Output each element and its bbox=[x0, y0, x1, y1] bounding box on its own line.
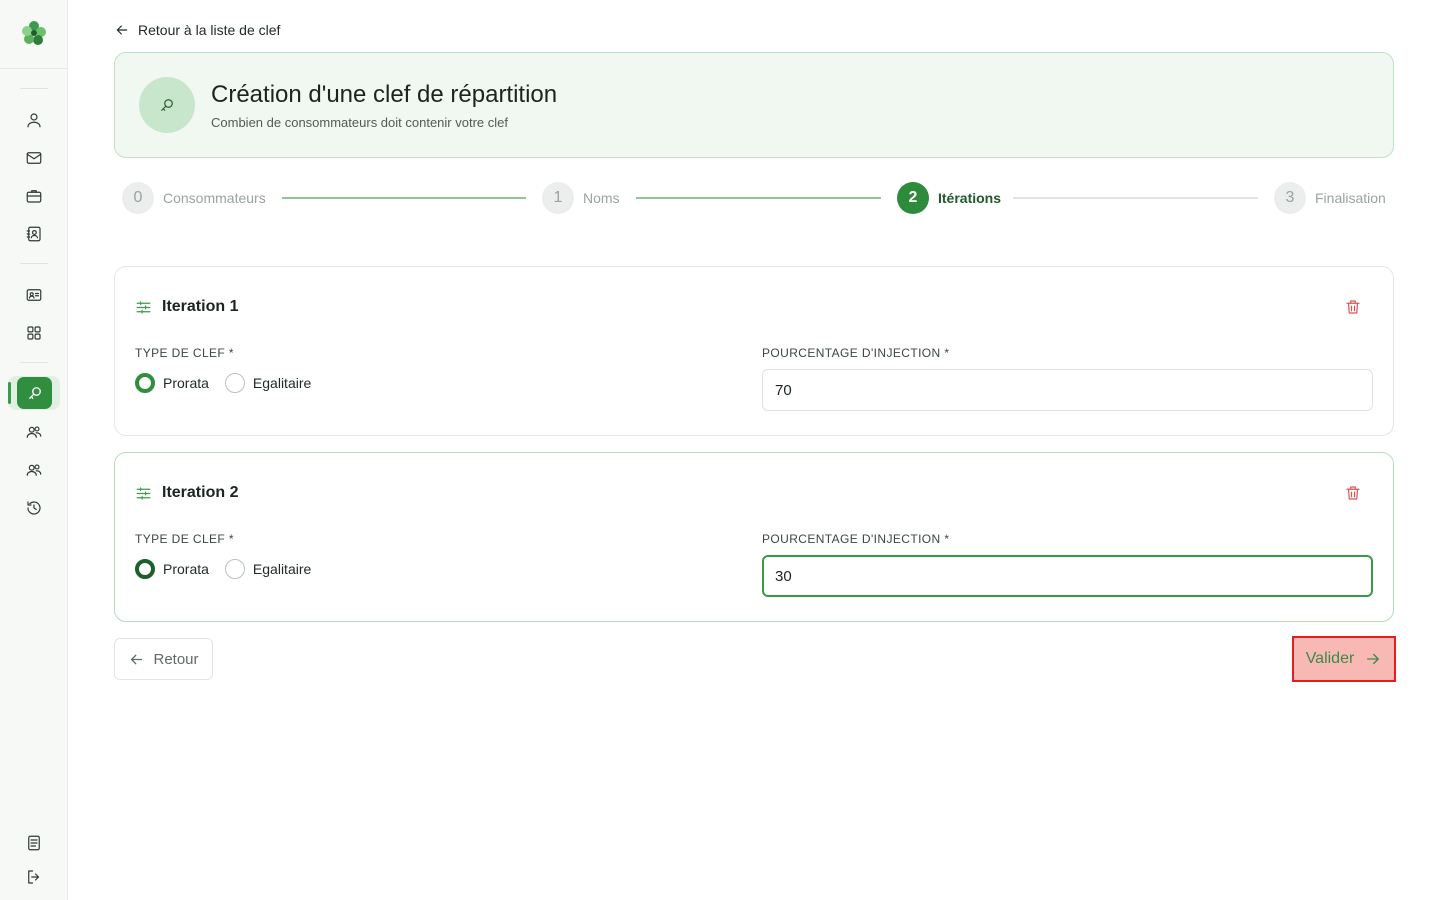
radio-button[interactable] bbox=[224, 373, 245, 393]
iteration-title: Iteration 2 bbox=[162, 484, 239, 501]
injection-percent-label: POURCENTAGE D'INJECTION * bbox=[762, 346, 950, 360]
arrow-left-icon bbox=[116, 25, 128, 35]
radio-label: Egalitaire bbox=[252, 561, 312, 577]
delete-iteration-button[interactable] bbox=[1343, 297, 1363, 317]
team-icon[interactable] bbox=[24, 460, 44, 480]
sidebar-divider bbox=[20, 362, 48, 363]
radio-label: Egalitaire bbox=[252, 375, 312, 391]
injection-percent-input[interactable]: 30 bbox=[762, 555, 1373, 597]
sidebar-header-divider bbox=[0, 68, 68, 69]
validate-button-label: Valider bbox=[1305, 650, 1355, 667]
sliders-icon bbox=[136, 300, 151, 314]
key-search-icon bbox=[139, 77, 195, 133]
grid-icon[interactable] bbox=[24, 323, 44, 343]
radio-prorata[interactable]: Prorata bbox=[135, 559, 209, 579]
radio-prorata[interactable]: Prorata bbox=[135, 373, 209, 393]
id-card-icon[interactable] bbox=[24, 285, 44, 305]
sidebar-active-indicator bbox=[8, 382, 11, 404]
briefcase-icon[interactable] bbox=[24, 186, 44, 206]
step-label: Itérations bbox=[938, 190, 1002, 206]
injection-percent-input[interactable]: 70 bbox=[762, 369, 1373, 411]
key-type-radio-group: Prorata Egalitaire bbox=[135, 373, 311, 393]
history-icon[interactable] bbox=[24, 498, 44, 518]
key-search-icon[interactable] bbox=[17, 377, 52, 409]
radio-egalitaire[interactable]: Egalitaire bbox=[224, 559, 312, 579]
iteration-card: Iteration 1 TYPE DE CLEF * Prorata Egali… bbox=[114, 266, 1394, 436]
arrow-left-icon bbox=[131, 654, 143, 664]
sidebar bbox=[0, 0, 68, 900]
radio-button[interactable] bbox=[224, 559, 245, 579]
step-noms[interactable]: 1 Noms bbox=[542, 182, 620, 214]
logout-icon[interactable] bbox=[24, 867, 44, 887]
radio-button-checked[interactable] bbox=[135, 373, 155, 393]
arrow-right-icon bbox=[1367, 653, 1380, 665]
iteration-card: Iteration 2 TYPE DE CLEF * Prorata Egali… bbox=[114, 452, 1394, 622]
page-subtitle: Combien de consommateurs doit contenir v… bbox=[211, 115, 508, 130]
page-header-card: Création d'une clef de répartition Combi… bbox=[114, 52, 1394, 158]
iteration-header: Iteration 1 bbox=[135, 298, 238, 316]
step-finalisation[interactable]: 3 Finalisation bbox=[1274, 182, 1386, 214]
validate-button[interactable]: Valider bbox=[1292, 636, 1396, 682]
trash-icon bbox=[1346, 300, 1360, 314]
iteration-title: Iteration 1 bbox=[162, 298, 239, 315]
stepper: 0 Consommateurs 1 Noms 2 Itérations 3 Fi… bbox=[122, 182, 1386, 216]
delete-iteration-button[interactable] bbox=[1343, 483, 1363, 503]
user-icon[interactable] bbox=[24, 110, 44, 130]
key-type-label: TYPE DE CLEF * bbox=[135, 532, 234, 546]
step-consommateurs[interactable]: 0 Consommateurs bbox=[122, 182, 266, 214]
mail-icon[interactable] bbox=[24, 148, 44, 168]
radio-button-checked[interactable] bbox=[135, 559, 155, 579]
step-connector bbox=[282, 197, 526, 199]
trash-icon bbox=[1346, 486, 1360, 500]
radio-label: Prorata bbox=[163, 561, 209, 577]
sidebar-divider bbox=[20, 88, 48, 89]
radio-label: Prorata bbox=[163, 375, 209, 391]
step-number: 2 bbox=[897, 182, 929, 214]
page-title: Création d'une clef de répartition bbox=[211, 81, 558, 108]
step-label: Finalisation bbox=[1315, 190, 1386, 206]
document-icon[interactable] bbox=[24, 833, 44, 853]
back-to-list-label: Retour à la liste de clef bbox=[138, 22, 281, 38]
iteration-header: Iteration 2 bbox=[135, 484, 238, 502]
back-to-list-link[interactable]: Retour à la liste de clef bbox=[114, 20, 280, 40]
contact-book-icon[interactable] bbox=[24, 224, 44, 244]
step-connector bbox=[1013, 197, 1258, 199]
injection-percent-label: POURCENTAGE D'INJECTION * bbox=[762, 532, 950, 546]
step-connector bbox=[636, 197, 881, 199]
back-button-label: Retour bbox=[153, 650, 199, 668]
sliders-icon bbox=[136, 486, 151, 500]
key-type-label: TYPE DE CLEF * bbox=[135, 346, 234, 360]
sidebar-divider bbox=[20, 263, 48, 264]
radio-egalitaire[interactable]: Egalitaire bbox=[224, 373, 312, 393]
key-type-radio-group: Prorata Egalitaire bbox=[135, 559, 311, 579]
step-iterations[interactable]: 2 Itérations bbox=[897, 182, 1001, 214]
back-button[interactable]: Retour bbox=[114, 638, 213, 680]
step-number: 1 bbox=[542, 182, 574, 214]
users-icon[interactable] bbox=[24, 422, 44, 442]
app-logo-icon[interactable] bbox=[20, 19, 48, 47]
step-number: 3 bbox=[1274, 182, 1306, 214]
step-label: Noms bbox=[583, 190, 620, 206]
step-label: Consommateurs bbox=[163, 190, 266, 206]
step-number: 0 bbox=[122, 182, 154, 214]
